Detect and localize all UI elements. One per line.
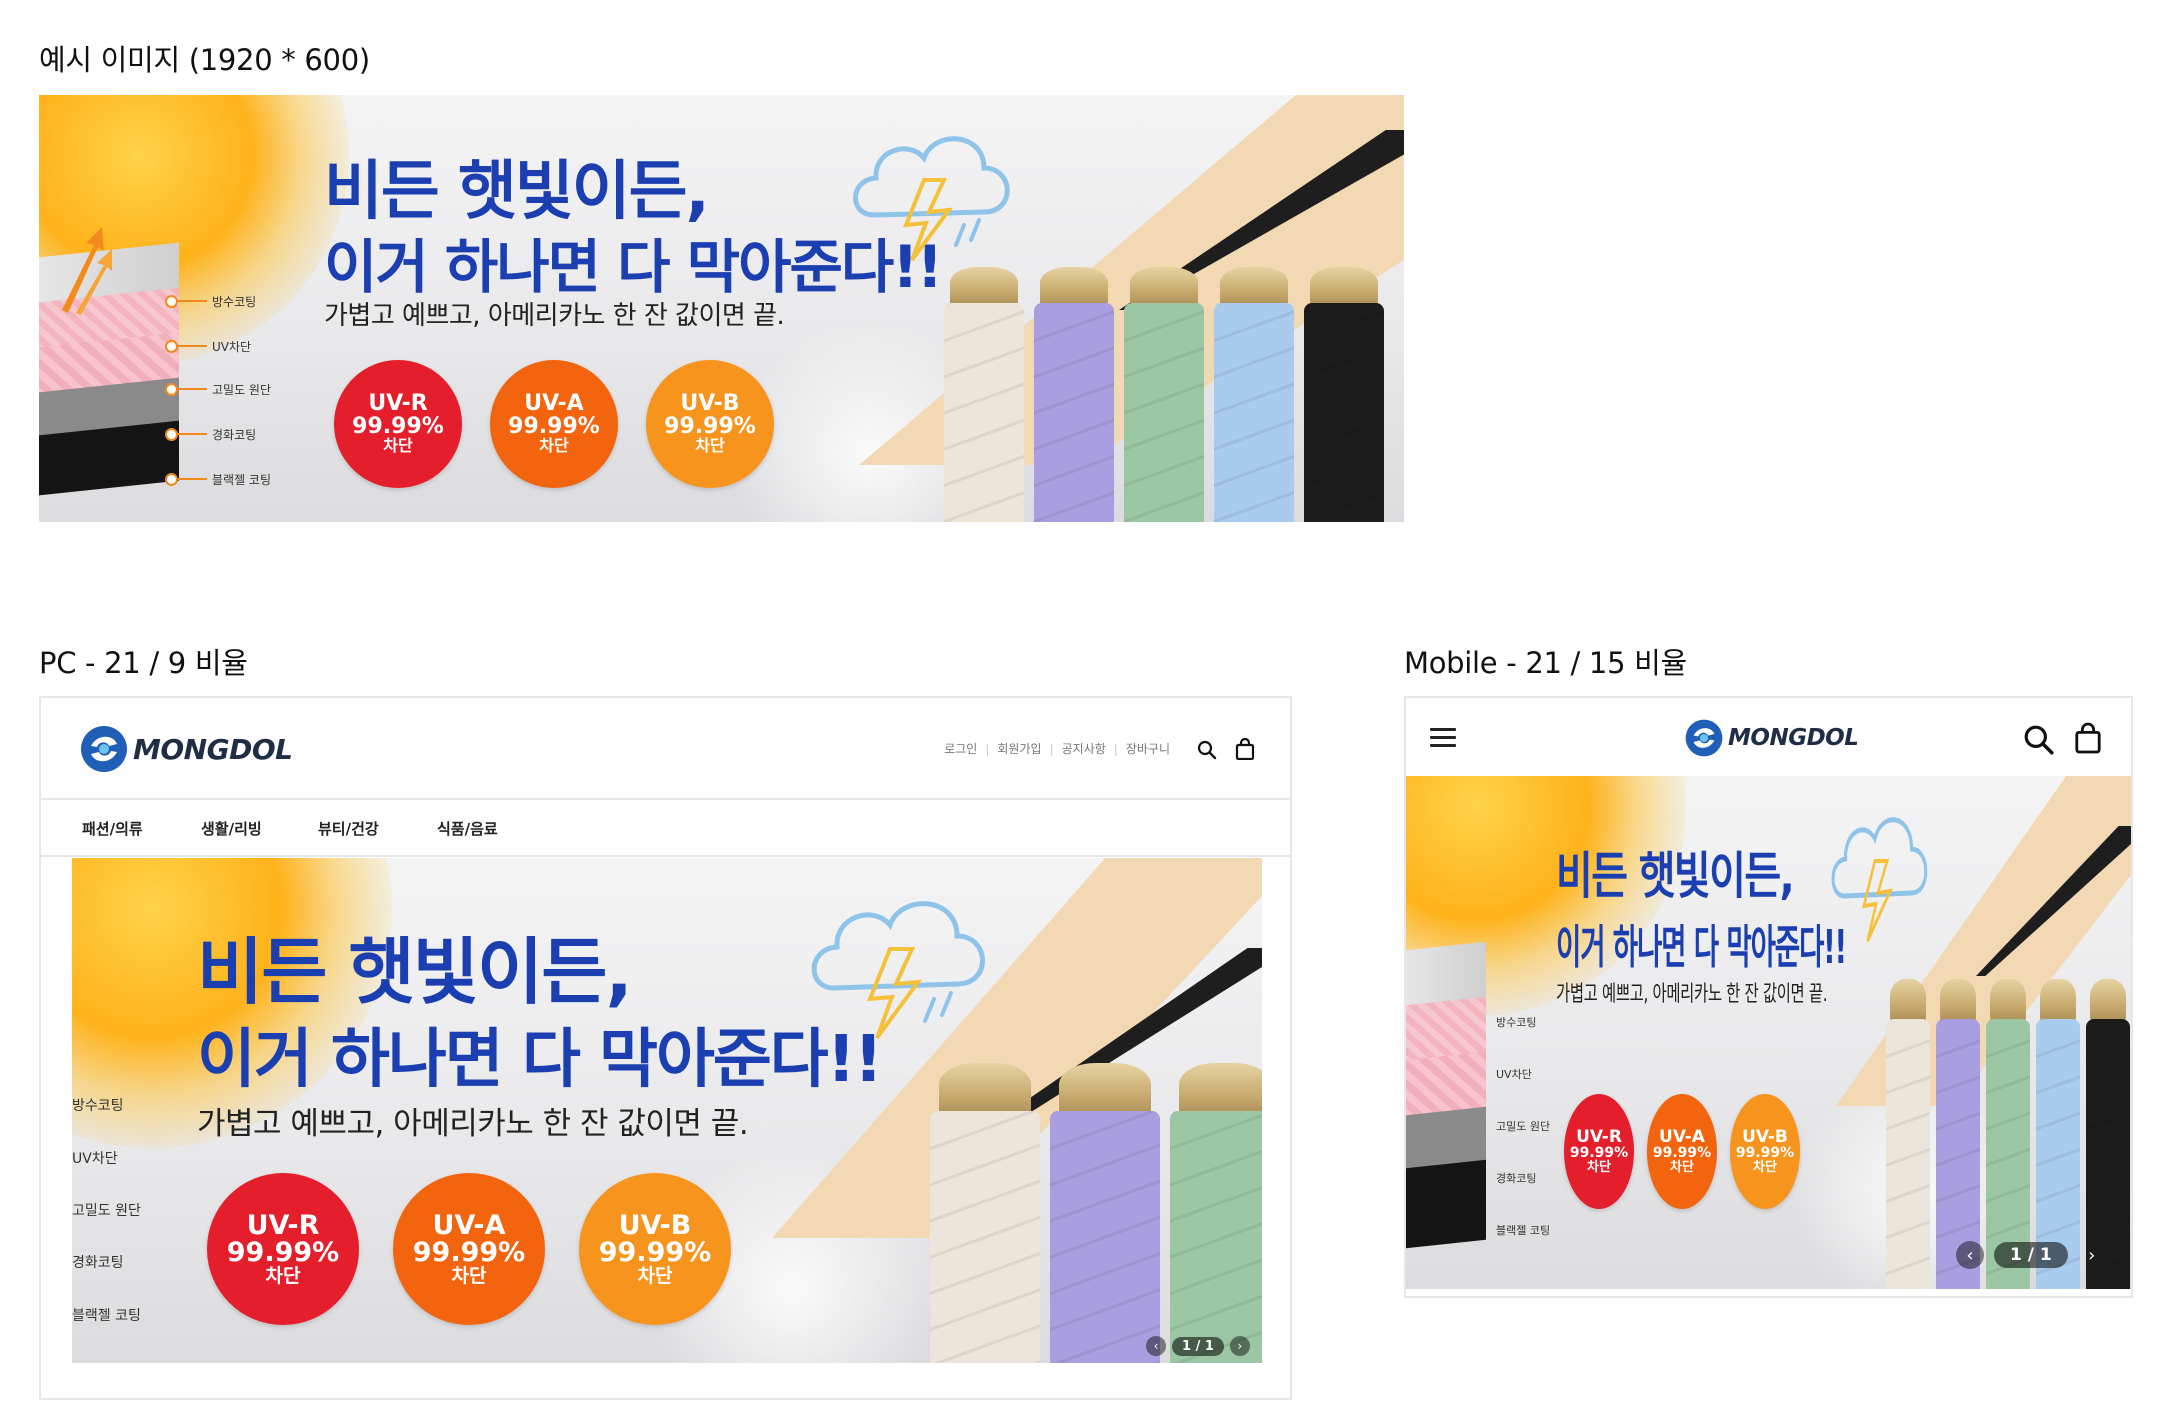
shopping-bag-icon[interactable] <box>2074 722 2102 754</box>
pc-slider-pager: ‹ 1 / 1 › <box>1146 1336 1250 1356</box>
pc-logo-text: MONGDOL <box>133 732 293 766</box>
umbrella-green <box>1124 267 1204 522</box>
layer-label-4: 경화코팅 <box>212 428 257 442</box>
notice-link[interactable]: 공지사항 <box>1062 740 1106 757</box>
pc-logo[interactable]: MONGDOL <box>79 724 293 774</box>
chevron-left-icon[interactable]: ‹ <box>1956 1241 1984 1269</box>
mobile-badge-uv-b: UV-B 99.99% 차단 <box>1730 1094 1800 1209</box>
search-icon[interactable] <box>1197 740 1217 760</box>
layer-label-3: 고밀도 원단 <box>212 383 272 397</box>
mobile-logo[interactable]: MONGDOL <box>1684 718 1859 758</box>
pc-layer-label-3: 고밀도 원단 <box>72 1203 141 1219</box>
layer-label-2: UV차단 <box>212 340 252 354</box>
pc-subtext: 가볍고 예쁘고, 아메리카노 한 잔 값이면 끝. <box>197 1106 749 1142</box>
pc-pager-count: 1 / 1 <box>1172 1336 1224 1356</box>
banner-headline-1: 비든 햇빛이든, <box>324 155 710 229</box>
mongdol-logo-icon <box>81 726 127 772</box>
mobile-layer-label-1: 방수코팅 <box>1496 1016 1537 1029</box>
mobile-cloud-lightning-icon <box>1831 817 1928 943</box>
pc-headline-1: 비든 햇빛이든, <box>197 930 633 1014</box>
shopping-bag-icon[interactable] <box>1235 738 1255 760</box>
mongdol-logo-icon <box>1685 719 1723 757</box>
pc-preview-frame: MONGDOL 로그인 | 회원가입 | 공지사항 | 장바구니 패션/의류 생활/리… <box>39 696 1292 1400</box>
menu-food[interactable]: 식품/음료 <box>437 818 498 839</box>
layer-label-1: 방수코팅 <box>212 295 257 309</box>
pc-badge-uv-a: UV-A 99.99% 차단 <box>393 1173 545 1325</box>
mobile-badge-uv-a: UV-A 99.99% 차단 <box>1647 1094 1717 1209</box>
mobile-layer-label-3: 고밀도 원단 <box>1496 1120 1551 1133</box>
mobile-headline-1: 비든 햇빛이든, <box>1556 847 1795 905</box>
cloud-lightning-icon <box>853 136 1010 262</box>
umbrella-blue <box>1214 267 1294 522</box>
menu-living[interactable]: 생활/리빙 <box>201 818 262 839</box>
mobile-slider-pager: ‹ 1 / 1 › <box>1956 1241 2106 1269</box>
chevron-right-icon[interactable]: › <box>1229 1336 1250 1356</box>
banner-subtext: 가볍고 예쁘고, 아메리카노 한 잔 값이면 끝. <box>324 301 785 331</box>
pc-layer-label-4: 경화코팅 <box>72 1255 124 1271</box>
mobile-banner: 방수코팅 UV차단 고밀도 원단 경화코팅 블랙젤 코팅 비든 햇빛이든, 이거… <box>1406 776 2131 1289</box>
pc-layer-label-5: 블랙젤 코팅 <box>72 1308 141 1324</box>
mobile-umbrella-beige <box>1886 979 1930 1289</box>
pc-umbrella-beige <box>930 1063 1040 1363</box>
sample-image-label: 예시 이미지 (1920 * 600) <box>39 43 370 77</box>
mobile-layer-label-5: 블랙젤 코팅 <box>1496 1224 1551 1237</box>
mobile-logo-text: MONGDOL <box>1728 725 1859 751</box>
mobile-headline-2: 이거 하나면 다 막아준다!! <box>1556 920 1847 974</box>
arrows-icon <box>62 227 112 315</box>
mobile-layer-label-2: UV차단 <box>1496 1068 1532 1081</box>
signup-link[interactable]: 회원가입 <box>997 740 1041 757</box>
sample-banner: 방수코팅 UV차단 고밀도 원단 경화코팅 블랙젤 코팅 비든 햇빛이든, 이거… <box>39 95 1404 522</box>
mobile-ratio-label: Mobile - 21 / 15 비율 <box>1404 646 1687 680</box>
layer-label-5: 블랙젤 코팅 <box>212 473 272 487</box>
badge-uv-r: UV-R 99.99% 차단 <box>334 360 462 488</box>
pc-headline-2: 이거 하나면 다 막아준다!! <box>197 1023 883 1097</box>
menu-fashion[interactable]: 패션/의류 <box>82 818 143 839</box>
pc-util-links: 로그인 | 회원가입 | 공지사항 | 장바구니 <box>944 740 1170 757</box>
hamburger-menu-icon[interactable] <box>1430 728 1456 747</box>
pc-ratio-label: PC - 21 / 9 비율 <box>39 646 248 680</box>
umbrella-beige <box>944 267 1024 522</box>
mobile-subtext: 가볍고 예쁘고, 아메리카노 한 잔 값이면 끝. <box>1556 982 1828 1007</box>
pc-banner: 방수코팅 UV차단 고밀도 원단 경화코팅 블랙젤 코팅 비든 햇빛이든, 이거… <box>72 858 1262 1363</box>
cart-link[interactable]: 장바구니 <box>1126 740 1170 757</box>
badge-uv-b: UV-B 99.99% 차단 <box>646 360 774 488</box>
mobile-badge-uv-r: UV-R 99.99% 차단 <box>1564 1094 1634 1209</box>
pc-badge-uv-r: UV-R 99.99% 차단 <box>207 1173 359 1325</box>
pc-umbrella-green <box>1170 1063 1262 1363</box>
mobile-pager-count: 1 / 1 <box>1994 1242 2068 1268</box>
menu-beauty[interactable]: 뷰티/건강 <box>318 818 379 839</box>
pc-badge-uv-b: UV-B 99.99% 차단 <box>579 1173 731 1325</box>
login-link[interactable]: 로그인 <box>944 740 977 757</box>
umbrella-black <box>1304 267 1384 522</box>
pc-umbrella-purple <box>1050 1063 1160 1363</box>
chevron-right-icon[interactable]: › <box>2078 1241 2106 1269</box>
badge-uv-a: UV-A 99.99% 차단 <box>490 360 618 488</box>
chevron-left-icon[interactable]: ‹ <box>1146 1336 1166 1356</box>
mobile-layer-label-4: 경화코팅 <box>1496 1172 1537 1185</box>
search-icon[interactable] <box>2023 724 2055 756</box>
mobile-preview-frame: MONGDOL 방수코팅 UV차단 고밀도 원단 경화코팅 블랙젤 코팅 비든 … <box>1404 696 2133 1298</box>
umbrella-purple <box>1034 267 1114 522</box>
pc-layer-label-2: UV차단 <box>72 1151 118 1167</box>
pc-layer-label-1: 방수코팅 <box>72 1098 124 1114</box>
